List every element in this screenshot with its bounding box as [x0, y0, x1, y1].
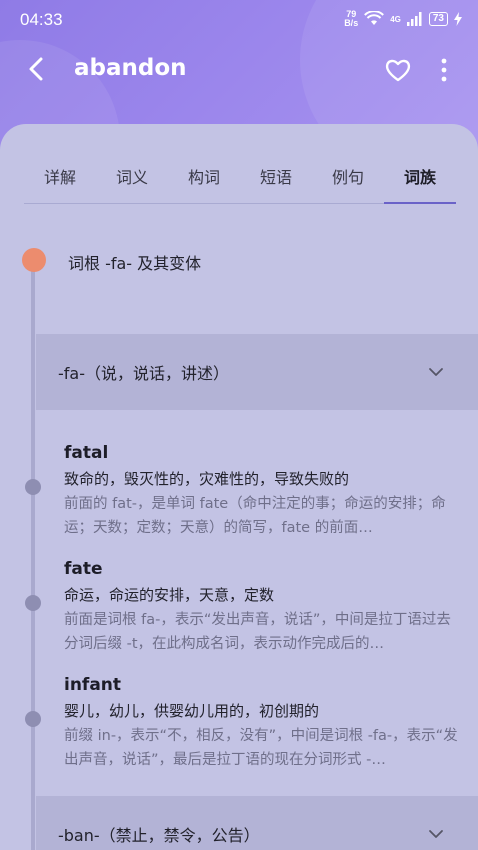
- page-title: abandon: [74, 55, 187, 81]
- group-header-ban[interactable]: -ban-（禁止，禁令，公告）: [36, 796, 478, 850]
- entry-word: fate: [64, 559, 103, 579]
- entry-meaning: 致命的，毁灭性的，灾难性的，导致失败的: [64, 470, 350, 488]
- app-bar: abandon: [0, 44, 478, 96]
- chevron-down-icon: [429, 368, 443, 376]
- entry-meaning: 命运，命运的安排，天意，定数: [64, 586, 275, 604]
- tab-examples[interactable]: 例句: [312, 154, 384, 203]
- root-title: 词根 -fa- 及其变体: [68, 254, 202, 273]
- entry-description: 前面的 fat-，是单词 fate（命中注定的事；命运的安排；命运；天数；定数；…: [64, 496, 446, 536]
- tab-meanings[interactable]: 词义: [96, 154, 168, 203]
- heart-icon[interactable]: [384, 56, 412, 84]
- group-label: -ban-（禁止，禁令，公告）: [58, 826, 260, 845]
- content-sheet: 详解 词义 构词 短语 例句 词族 词根 -fa- 及其变体 -fa-（说，说话…: [0, 124, 478, 850]
- group-label: -fa-（说，说话，讲述）: [58, 364, 229, 383]
- entry-description: 前面是词根 fa-，表示“发出声音，说话”，中间是拉丁语过去分词后缀 -t，在此…: [64, 612, 451, 652]
- status-time: 04:33: [20, 10, 63, 29]
- root-marker: [22, 248, 46, 272]
- tab-bar: 详解 词义 构词 短语 例句 词族: [24, 154, 456, 204]
- tab-word-formation[interactable]: 构词: [168, 154, 240, 203]
- status-bar: 04:33 79 B/s 4G 73: [0, 0, 478, 38]
- network-type: 4G: [390, 14, 401, 24]
- wifi-icon: [364, 11, 385, 25]
- tab-word-family[interactable]: 词族: [384, 154, 456, 204]
- charging-icon: [454, 12, 462, 26]
- timeline-dot: [25, 595, 41, 611]
- entry-description: 前缀 in-，表示“不，相反，没有”，中间是词根 -fa-，表示“发出声音，说话…: [64, 728, 458, 768]
- more-vertical-icon[interactable]: [436, 56, 452, 84]
- battery-indicator: 73: [428, 12, 448, 26]
- timeline-line: [31, 260, 35, 850]
- timeline-dot: [25, 711, 41, 727]
- tab-phrases[interactable]: 短语: [240, 154, 312, 203]
- network-speed: 79 B/s: [344, 9, 359, 28]
- back-icon[interactable]: [22, 54, 52, 84]
- entry-meaning: 婴儿，幼儿，供婴幼儿用的，初创期的: [64, 702, 320, 720]
- tab-details[interactable]: 详解: [24, 154, 96, 203]
- timeline-dot: [25, 479, 41, 495]
- group-header-fa[interactable]: -fa-（说，说话，讲述）: [36, 334, 478, 410]
- signal-icon: [406, 12, 422, 26]
- entry-word: infant: [64, 675, 122, 695]
- entry-word: fatal: [64, 443, 109, 463]
- status-icons: 79 B/s 4G 73: [344, 10, 462, 28]
- chevron-down-icon: [429, 830, 443, 838]
